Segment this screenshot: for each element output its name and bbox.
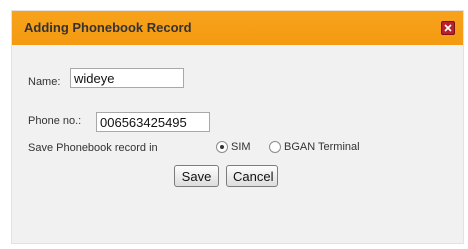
sim-radio[interactable]: [216, 141, 228, 153]
bgan-terminal-option[interactable]: BGAN Terminal: [269, 141, 360, 153]
close-icon: [444, 24, 452, 32]
sim-option[interactable]: SIM: [216, 141, 251, 153]
save-location-label: Save Phonebook record in: [28, 142, 158, 154]
dialog-titlebar: Adding Phonebook Record: [12, 11, 463, 45]
phone-label: Phone no.:: [28, 115, 82, 127]
bgan-terminal-label: BGAN Terminal: [284, 141, 360, 153]
add-phonebook-dialog: Adding Phonebook Record Name: Phone no.:…: [12, 11, 463, 243]
name-label: Name:: [28, 76, 61, 88]
save-button[interactable]: Save: [174, 165, 219, 187]
dialog-title: Adding Phonebook Record: [24, 20, 192, 35]
sim-label: SIM: [231, 141, 251, 153]
bgan-terminal-radio[interactable]: [269, 141, 281, 153]
phone-input[interactable]: [96, 112, 210, 132]
name-input[interactable]: [70, 68, 184, 88]
cancel-button[interactable]: Cancel: [226, 165, 278, 187]
close-button[interactable]: [441, 21, 455, 35]
